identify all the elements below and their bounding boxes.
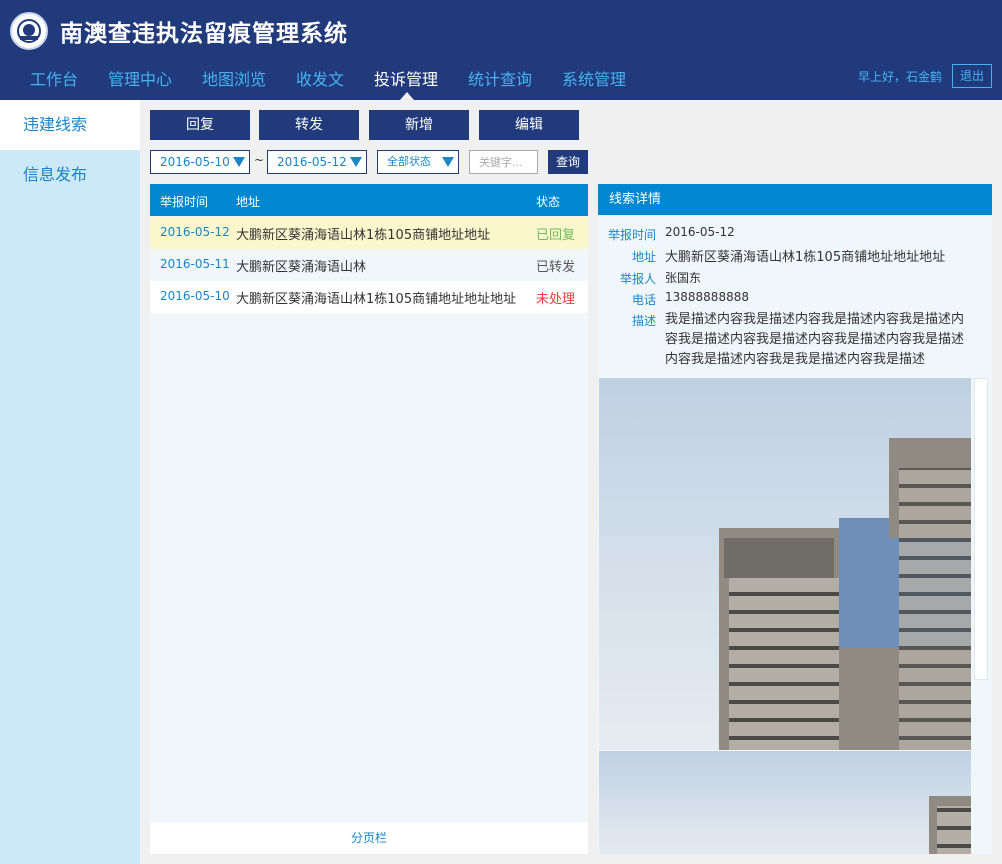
detail-phone-label: 电话 bbox=[631, 293, 656, 307]
date-from-value: 2016-05-10 bbox=[160, 155, 230, 169]
date-range-separator: ~ bbox=[254, 153, 265, 167]
keyword-search-input[interactable] bbox=[469, 150, 538, 174]
date-from-select[interactable]: 2016-05-10 bbox=[150, 150, 250, 174]
table-row[interactable]: 2016-05-12 大鹏新区葵涌海语山林1栋105商铺地址地址 已回复 bbox=[150, 217, 588, 249]
nav-item-management-center[interactable]: 管理中心 bbox=[108, 66, 172, 90]
nav-item-map-browse[interactable]: 地图浏览 bbox=[202, 66, 266, 90]
row-status: 已转发 bbox=[536, 260, 576, 275]
app-logo-icon bbox=[10, 12, 48, 50]
sidebar-item-violation-clues[interactable]: 违建线索 bbox=[0, 100, 140, 150]
status-select-value: 全部状态 bbox=[387, 155, 431, 168]
edit-button[interactable]: 编辑 bbox=[479, 110, 579, 140]
detail-description: 我是描述内容我是描述内容我是描述内容我是描述内容我是描述内容我是描述内容我是描述… bbox=[665, 312, 965, 367]
sidebar: 违建线索 信息发布 bbox=[0, 100, 140, 864]
forward-button[interactable]: 转发 bbox=[259, 110, 359, 140]
logout-button[interactable]: 退出 bbox=[952, 64, 992, 88]
nav-item-complaints[interactable]: 投诉管理 bbox=[374, 66, 438, 90]
clue-list-panel: 举报时间 地址 状态 2016-05-12 大鹏新区葵涌海语山林1栋105商铺地… bbox=[150, 184, 588, 854]
detail-reporter-label: 举报人 bbox=[619, 272, 656, 286]
app-header: 南澳查违执法留痕管理系统 工作台 管理中心 地图浏览 收发文 投诉管理 统计查询… bbox=[0, 0, 1002, 100]
detail-desc-label: 描述 bbox=[631, 314, 656, 328]
photo-scrollbar[interactable] bbox=[974, 378, 988, 680]
row-report-time: 2016-05-11 bbox=[160, 257, 230, 271]
dropdown-arrow-icon bbox=[350, 157, 362, 167]
nav-item-documents[interactable]: 收发文 bbox=[296, 66, 344, 90]
detail-address-label: 地址 bbox=[631, 250, 656, 264]
row-address: 大鹏新区葵涌海语山林1栋105商铺地址地址 bbox=[236, 228, 491, 243]
row-status: 未处理 bbox=[536, 292, 576, 307]
table-row[interactable]: 2016-05-11 大鹏新区葵涌海语山林 已转发 bbox=[150, 249, 588, 281]
evidence-photo[interactable] bbox=[599, 378, 971, 750]
table-header: 举报时间 地址 状态 bbox=[150, 184, 588, 216]
row-address: 大鹏新区葵涌海语山林 bbox=[236, 260, 367, 275]
add-button[interactable]: 新增 bbox=[369, 110, 469, 140]
date-to-value: 2016-05-12 bbox=[277, 155, 347, 169]
active-nav-caret-icon bbox=[400, 92, 414, 100]
column-header-status: 状态 bbox=[536, 195, 561, 209]
sidebar-item-info-publish[interactable]: 信息发布 bbox=[0, 150, 140, 200]
detail-title: 线索详情 bbox=[598, 184, 992, 215]
main-nav: 工作台 管理中心 地图浏览 收发文 投诉管理 统计查询 系统管理 bbox=[0, 60, 840, 100]
nav-item-system-settings[interactable]: 系统管理 bbox=[562, 66, 626, 90]
dropdown-arrow-icon bbox=[442, 157, 454, 167]
nav-item-workbench[interactable]: 工作台 bbox=[30, 66, 78, 90]
detail-report-time: 2016-05-12 bbox=[665, 225, 735, 239]
detail-phone: 13888888888 bbox=[665, 290, 749, 304]
row-address: 大鹏新区葵涌海语山林1栋105商铺地址地址地址 bbox=[236, 292, 517, 307]
detail-reporter: 张国东 bbox=[665, 271, 702, 285]
status-select[interactable]: 全部状态 bbox=[377, 150, 459, 174]
date-to-select[interactable]: 2016-05-12 bbox=[267, 150, 367, 174]
table-row[interactable]: 2016-05-10 大鹏新区葵涌海语山林1栋105商铺地址地址地址 未处理 bbox=[150, 281, 588, 313]
row-report-time: 2016-05-10 bbox=[160, 289, 230, 303]
dropdown-arrow-icon bbox=[233, 157, 245, 167]
user-greeting: 早上好，石金鹤 bbox=[858, 70, 943, 84]
column-header-address: 地址 bbox=[236, 195, 261, 209]
clue-detail-panel: 线索详情 举报时间 2016-05-12 地址 大鹏新区葵涌海语山林1栋105商… bbox=[598, 184, 992, 854]
detail-report-time-label: 举报时间 bbox=[607, 228, 656, 242]
reply-button[interactable]: 回复 bbox=[150, 110, 250, 140]
row-report-time: 2016-05-12 bbox=[160, 225, 230, 239]
query-button[interactable]: 查询 bbox=[548, 150, 588, 174]
pagination-bar[interactable]: 分页栏 bbox=[150, 822, 588, 854]
column-header-report-time: 举报时间 bbox=[160, 195, 209, 209]
app-title: 南澳查违执法留痕管理系统 bbox=[60, 21, 348, 47]
evidence-photo[interactable] bbox=[599, 751, 971, 854]
row-status: 已回复 bbox=[536, 228, 576, 243]
detail-address: 大鹏新区葵涌海语山林1栋105商铺地址地址地址 bbox=[665, 250, 946, 265]
nav-item-statistics[interactable]: 统计查询 bbox=[468, 66, 532, 90]
